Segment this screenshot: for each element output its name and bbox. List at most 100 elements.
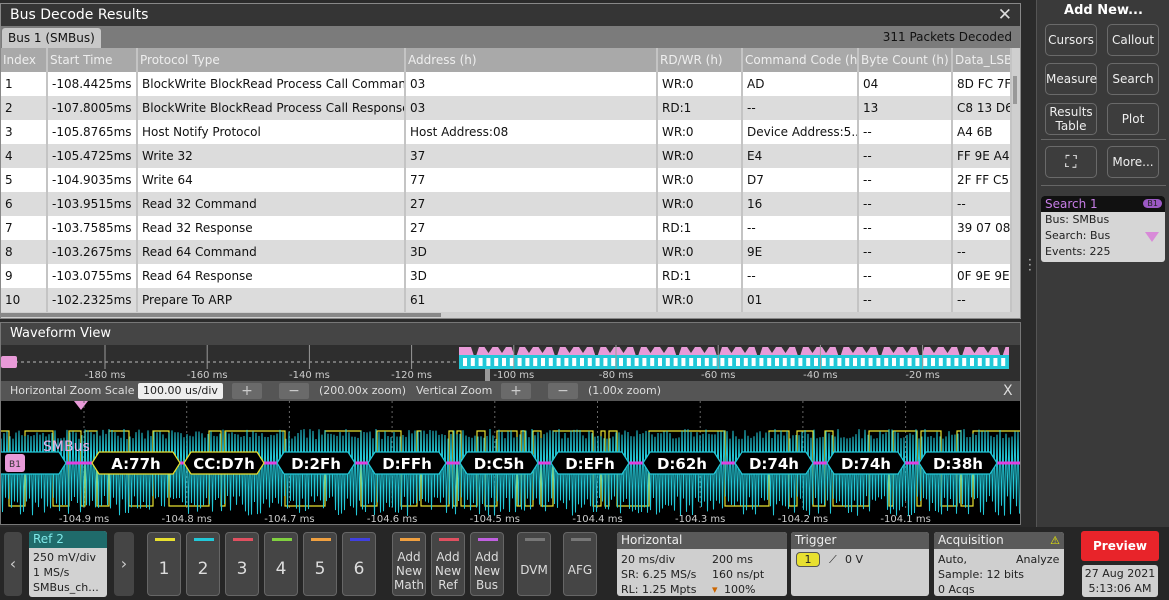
table-row[interactable]: 2 -107.8005ms BlockWrite BlockRead Process… <box>1 96 1012 120</box>
zoom-close-button[interactable]: X <box>1003 381 1013 401</box>
overview-data <box>899 358 904 366</box>
vzoom-plus-button[interactable]: + <box>501 383 531 399</box>
preview-button[interactable]: Preview <box>1081 531 1159 561</box>
dvm-button[interactable]: DVM <box>517 532 551 596</box>
table-row[interactable]: 8 -103.2675ms Read 64 Command 3D WR:0 9E -- -- <box>1 240 1012 264</box>
close-icon[interactable]: ✕ <box>998 4 1012 26</box>
hzoom-scale-input[interactable]: 100.00 us/div <box>138 383 223 399</box>
table-row[interactable]: 6 -103.9515ms Read 32 Command 27 WR:0 16 -- -- <box>1 192 1012 216</box>
plot-button[interactable]: Plot <box>1107 103 1159 135</box>
trigger-badge[interactable]: Trigger 1 ⟋ 0 V <box>791 532 929 596</box>
tab-row: Bus 1 (SMBus) 311 Packets Decoded <box>1 26 1020 48</box>
overview-data <box>946 358 951 366</box>
table-cell: BlockWrite BlockRead Process Call Respon… <box>137 96 406 120</box>
table-cell: 3D <box>405 240 658 264</box>
table-row[interactable]: 1 -108.4425ms BlockWrite BlockRead Process… <box>1 72 1012 96</box>
vertical-scrollbar[interactable] <box>1013 76 1017 104</box>
table-row[interactable]: 3 -105.8765ms Host Notify Protocol Host Add… <box>1 120 1012 144</box>
table-row[interactable]: 10 -102.2325ms Prepare To ARP 61 WR:0 01 -- -- <box>1 288 1012 312</box>
overview-data <box>494 358 499 366</box>
table-cell: -- <box>742 264 859 288</box>
column-header[interactable]: Address (h) <box>405 48 658 72</box>
channel-color <box>155 538 175 541</box>
search-button[interactable]: Search <box>1107 63 1159 95</box>
overview-data <box>954 358 959 366</box>
table-row[interactable]: 9 -103.0755ms Read 64 Response 3D RD:1 -- -- 0F… <box>1 264 1012 288</box>
column-header[interactable]: Protocol Type <box>137 48 406 72</box>
table-row[interactable]: 5-104.9035msWrite 6477WR:0D7--2F FF C5 E <box>1 168 1012 192</box>
packets-decoded: 311 Packets Decoded <box>882 30 1012 44</box>
overview-data <box>697 358 701 366</box>
column-header[interactable]: RD/WR (h) <box>657 48 743 72</box>
overview-data <box>502 358 506 366</box>
column-header[interactable]: Data_LSB_M <box>952 48 1012 72</box>
channel-5-button[interactable]: 5 <box>303 532 337 596</box>
search-bus: Bus: SMBus <box>1045 213 1110 226</box>
scroll-left-icon[interactable]: ‹ <box>4 532 22 596</box>
channel-6-button[interactable]: 6 <box>342 532 376 596</box>
tab-bus1[interactable]: Bus 1 (SMBus) <box>2 28 101 48</box>
bus-label: SMBus <box>43 439 90 455</box>
column-header[interactable]: Index <box>1 48 48 72</box>
measure-button[interactable]: Measure <box>1045 63 1097 95</box>
channel-2-button[interactable]: 2 <box>186 532 220 596</box>
overview-data <box>1001 358 1006 366</box>
table-cell: FF 9E A4 F <box>952 144 1012 168</box>
table-row[interactable]: 7 -103.7585ms Read 32 Response 27 RD:1 -- -- 39… <box>1 216 1012 240</box>
overview-data <box>782 358 787 366</box>
table-cell: 8D FC 7F . <box>952 72 1012 96</box>
table-cell: 2 <box>1 96 48 120</box>
hzoom-plus-button[interactable]: + <box>232 383 262 399</box>
overview-data <box>775 358 779 366</box>
column-header[interactable]: Byte Count (h) <box>858 48 953 72</box>
waveform-plot[interactable]: -104.9 ms -104.8 ms -104.7 ms -104.6 ms -104… <box>1 401 1020 525</box>
table-cell: Read 64 Response <box>137 264 406 288</box>
add-new-label: Add New Ref <box>434 550 462 592</box>
table-cell: RD:1 <box>657 264 743 288</box>
column-header[interactable]: Start Time <box>47 48 138 72</box>
add-new-button[interactable]: Add New Ref <box>431 532 465 596</box>
column-header[interactable]: Command Code (h) <box>742 48 859 72</box>
vzoom-minus-button[interactable]: − <box>548 383 578 399</box>
table-cell: Write 64 <box>137 168 406 192</box>
results-table-button[interactable]: Results Table <box>1045 103 1097 135</box>
add-new-label: Add New Bus <box>473 550 501 592</box>
table-cell: 0F 9E 9E D <box>952 264 1012 288</box>
ref2-badge[interactable]: Ref 2 250 mV/div 1 MS/s SMBus_ch... <box>29 531 107 597</box>
trigger-title: Trigger <box>791 532 929 549</box>
callout-button[interactable]: Callout <box>1107 24 1159 56</box>
table-cell: 10 <box>1 288 48 312</box>
channel-1-button[interactable]: 1 <box>147 532 181 596</box>
trigger-level: 0 V <box>845 553 864 566</box>
overview-strip[interactable]: -180 ms -160 ms -140 ms -120 ms -100 ms -80 m… <box>1 345 1020 381</box>
add-new-button[interactable]: Add New Bus <box>470 532 504 596</box>
afg-button[interactable]: AFG <box>563 532 597 596</box>
cursors-button[interactable]: Cursors <box>1045 24 1097 56</box>
table-cell: 8 <box>1 240 48 264</box>
more-button[interactable]: More... <box>1107 146 1159 178</box>
panel-resize-handle[interactable]: · · · <box>1028 254 1032 276</box>
panel-title: Bus Decode Results <box>1 4 1020 26</box>
channel-4-button[interactable]: 4 <box>264 532 298 596</box>
acquisition-badge[interactable]: Acquisition ⚠ Auto, Analyze Sample: 12 b… <box>934 532 1064 596</box>
zoom-select-icon[interactable]: ⛶ <box>1045 146 1097 178</box>
table-cell: -104.9035ms <box>47 168 138 192</box>
zoom-toolbar: Horizontal Zoom Scale 100.00 us/div + − … <box>1 381 1020 401</box>
scroll-right-icon[interactable]: › <box>114 532 134 596</box>
channel-3-button[interactable]: 3 <box>225 532 259 596</box>
table-cell: WR:0 <box>657 72 743 96</box>
horizontal-scrollbar[interactable] <box>1 313 441 317</box>
ref2-title: Ref 2 <box>29 531 107 548</box>
date-time[interactable]: 27 Aug 2021 5:13:06 AM <box>1082 565 1158 597</box>
horizontal-badge[interactable]: Horizontal 20 ms/div 200 ms SR: 6.25 MS/… <box>617 532 787 596</box>
table-cell: -103.0755ms <box>47 264 138 288</box>
table-cell: -103.7585ms <box>47 216 138 240</box>
vzoom-factor: (1.00x zoom) <box>588 384 662 397</box>
table-row[interactable]: 4-105.4725msWrite 3237WR:0E4--FF 9E A4 F <box>1 144 1012 168</box>
add-new-button[interactable]: Add New Math <box>392 532 426 596</box>
channel-number: 3 <box>236 559 248 579</box>
hzoom-minus-button[interactable]: − <box>279 383 309 399</box>
h-scale: 20 ms/div <box>621 553 676 566</box>
search-1-badge[interactable]: Search 1 B1 Bus: SMBus Search: Bus Event… <box>1041 196 1165 262</box>
channel-color <box>350 538 370 541</box>
